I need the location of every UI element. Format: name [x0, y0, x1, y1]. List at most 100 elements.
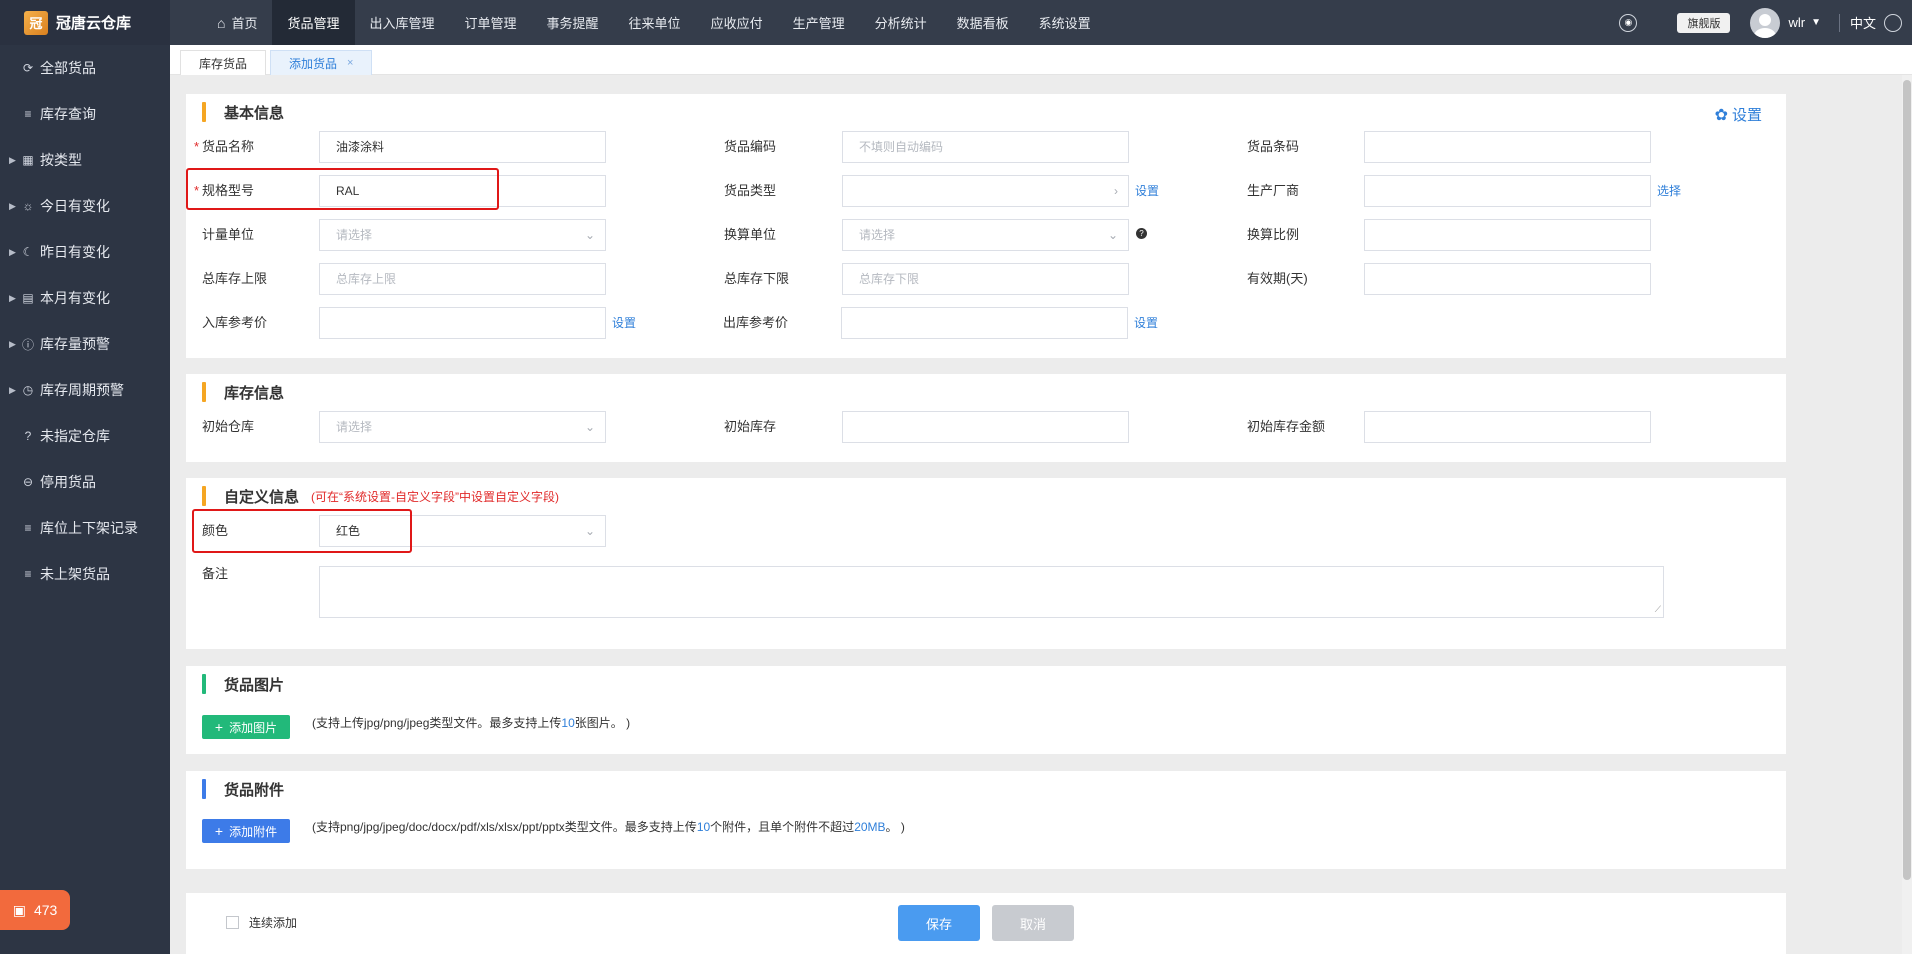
minus-circle-icon: ⊖: [22, 475, 34, 489]
question-icon[interactable]: ?: [1136, 228, 1147, 239]
sidebar-item-7[interactable]: ▶ ◷ 库存周期预警: [0, 367, 170, 413]
sidebar-item-9[interactable]: ⊖ 停用货品: [0, 459, 170, 505]
out-price-settings-link[interactable]: 设置: [1134, 307, 1158, 339]
label-initial-qty: 初始库存: [724, 419, 777, 434]
out-price-input[interactable]: [841, 307, 1128, 339]
tab-label: 库存货品: [199, 56, 248, 71]
top-menu-item-8[interactable]: 分析统计: [860, 0, 942, 45]
initial-amount-input[interactable]: [1364, 411, 1651, 443]
caret-down-icon[interactable]: ▼: [1811, 17, 1821, 28]
sidebar-item-5[interactable]: ▶ ▤ 本月有变化: [0, 275, 170, 321]
section-title: 货品附件: [202, 779, 284, 799]
max-stock-input[interactable]: 总库存上限: [319, 263, 606, 295]
tab-label: 添加货品: [289, 56, 338, 71]
app-name: 冠唐云仓库: [56, 15, 132, 32]
username[interactable]: wlr: [1788, 15, 1805, 30]
app-logo[interactable]: 冠 冠唐云仓库: [0, 0, 170, 45]
top-menu-label: 系统设置: [1038, 16, 1091, 31]
top-menu-item-10[interactable]: 系统设置: [1024, 0, 1106, 45]
top-menu-item-5[interactable]: 往来单位: [614, 0, 696, 45]
add-attachment-button[interactable]: + 添加附件: [202, 819, 290, 843]
plus-icon: +: [214, 719, 224, 735]
scrollbar-thumb[interactable]: [1903, 80, 1911, 880]
top-menu-item-9[interactable]: 数据看板: [942, 0, 1024, 45]
conv-unit-select[interactable]: 请选择 ⌄: [842, 219, 1129, 251]
section-title-text: 自定义信息: [224, 488, 300, 506]
top-menu-item-2[interactable]: 出入库管理: [355, 0, 450, 45]
label-goods-name: * 货品名称: [194, 139, 255, 154]
save-button[interactable]: 保存: [898, 905, 980, 941]
tabs-bar: 库存货品 添加货品 ×: [170, 45, 1912, 75]
section-title: 货品图片: [202, 674, 284, 694]
resize-handle-icon[interactable]: ⟋: [1655, 604, 1661, 615]
manufacturer-select-link[interactable]: 选择: [1657, 175, 1681, 207]
label-manufacturer: 生产厂商: [1247, 183, 1300, 198]
top-menu-label: 事务提醒: [546, 16, 599, 31]
label-barcode: 货品条码: [1247, 139, 1300, 154]
sidebar-item-label: 本月有变化: [40, 290, 110, 306]
sidebar-item-0[interactable]: ⟳ 全部货品: [0, 45, 170, 91]
globe-icon[interactable]: [1884, 13, 1902, 32]
in-price-settings-link[interactable]: 设置: [612, 307, 636, 339]
sidebar-item-8[interactable]: ? 未指定仓库: [0, 413, 170, 459]
highlight-box-color: [192, 509, 412, 553]
continuous-add-checkbox[interactable]: [226, 916, 239, 929]
cancel-button[interactable]: 取消: [992, 905, 1074, 941]
section-title-text: 货品图片: [224, 676, 285, 694]
label-unit: 计量单位: [202, 227, 255, 242]
top-menu-item-4[interactable]: 事务提醒: [532, 0, 614, 45]
top-menu-item-6[interactable]: 应收应付: [696, 0, 778, 45]
close-icon[interactable]: ×: [347, 57, 353, 69]
section-bar: [202, 674, 206, 694]
goods-code-input[interactable]: 不填则自动编码: [842, 131, 1129, 163]
tab-add-goods[interactable]: 添加货品 ×: [270, 50, 373, 75]
goods-type-select[interactable]: ›: [842, 175, 1129, 207]
notification-badge-button[interactable]: ▣ 473: [0, 890, 70, 930]
caret-right-icon: ▶: [9, 200, 16, 211]
in-price-input[interactable]: [319, 307, 606, 339]
top-menu-item-3[interactable]: 订单管理: [450, 0, 532, 45]
section-title: 库存信息: [202, 382, 284, 402]
avatar[interactable]: [1750, 7, 1781, 38]
clock-icon: ◷: [22, 383, 34, 397]
unit-select[interactable]: 请选择 ⌄: [319, 219, 606, 251]
basic-info-panel: 基本信息 ✿ 设置 * 货品名称 油漆涂料 货品编码 不填则自动编码 货品条码 *…: [186, 94, 1786, 358]
settings-link[interactable]: ✿ 设置: [1715, 104, 1762, 125]
continuous-add-label[interactable]: 连续添加: [249, 914, 297, 931]
initial-qty-input[interactable]: [842, 411, 1129, 443]
caret-right-icon: ▶: [9, 384, 16, 395]
top-menu-item-0[interactable]: ⌂ 首页: [202, 0, 272, 45]
section-bar: [202, 382, 206, 402]
sidebar-item-10[interactable]: ≡ 库位上下架记录: [0, 505, 170, 551]
barcode-input[interactable]: [1364, 131, 1651, 163]
page-scrollbar[interactable]: [1902, 75, 1912, 954]
goods-type-settings-link[interactable]: 设置: [1135, 175, 1159, 207]
sidebar-item-2[interactable]: ▶ ▦ 按类型: [0, 137, 170, 183]
remark-textarea[interactable]: ⟋: [319, 566, 1664, 618]
sidebar-item-6[interactable]: ▶ ⓘ 库存量预警: [0, 321, 170, 367]
label-goods-code: 货品编码: [724, 139, 777, 154]
sidebar-item-4[interactable]: ▶ ☾ 昨日有变化: [0, 229, 170, 275]
section-title: 基本信息: [202, 102, 284, 122]
sidebar-item-1[interactable]: ≡ 库存查询: [0, 91, 170, 137]
top-menu-label: 数据看板: [956, 16, 1009, 31]
tab-stock-goods[interactable]: 库存货品: [180, 50, 267, 75]
sidebar-item-3[interactable]: ▶ ☼ 今日有变化: [0, 183, 170, 229]
top-menu-item-7[interactable]: 生产管理: [778, 0, 860, 45]
section-bar: [202, 779, 206, 799]
language-switch[interactable]: 中文: [1850, 13, 1876, 32]
goods-name-input[interactable]: 油漆涂料: [319, 131, 606, 163]
conv-ratio-input[interactable]: [1364, 219, 1651, 251]
sidebar-item-11[interactable]: ≡ 未上架货品: [0, 551, 170, 597]
add-image-button[interactable]: + 添加图片: [202, 715, 290, 739]
warehouse-select[interactable]: 请选择 ⌄: [319, 411, 606, 443]
min-stock-input[interactable]: 总库存下限: [842, 263, 1129, 295]
top-menu-item-1[interactable]: 货品管理: [272, 0, 355, 45]
alert-icon: ⓘ: [21, 337, 34, 352]
expiry-input[interactable]: [1364, 263, 1651, 295]
label-expiry: 有效期(天): [1247, 271, 1308, 286]
help-circle-icon[interactable]: ◉: [1619, 13, 1638, 32]
label-warehouse: 初始仓库: [202, 419, 255, 434]
manufacturer-input[interactable]: [1364, 175, 1651, 207]
top-menu-label: 分析统计: [874, 16, 927, 31]
